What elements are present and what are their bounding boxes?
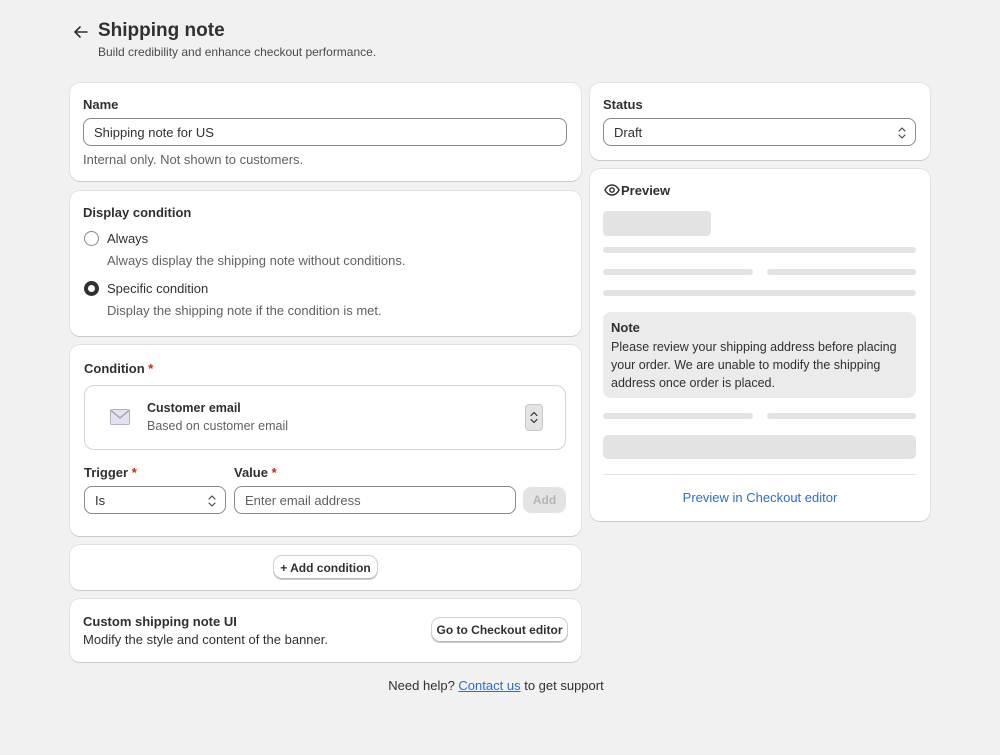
chevron-up-down-icon — [530, 411, 538, 424]
help-suffix: to get support — [524, 678, 604, 693]
name-card: Name Internal only. Not shown to custome… — [70, 83, 581, 181]
email-value-placeholder: Enter email address — [245, 492, 361, 508]
note-text: Please review your shipping address befo… — [611, 340, 897, 390]
envelope-icon — [110, 409, 130, 425]
add-condition-button[interactable]: + Add condition — [274, 556, 377, 579]
eye-icon — [604, 184, 620, 196]
radio-always-description: Always display the shipping note without… — [107, 253, 406, 268]
radio-specific-condition-description: Display the shipping note if the conditi… — [107, 303, 382, 318]
divider — [603, 474, 916, 475]
custom-ui-description: Modify the style and content of the bann… — [83, 632, 328, 647]
status-card: Status Draft — [590, 83, 930, 160]
select-chevron-icon — [208, 495, 216, 507]
page-title: Shipping note — [98, 20, 225, 41]
help-footer: Need help? Contact us to get support — [0, 678, 992, 693]
value-label: Value * — [234, 465, 277, 480]
radio-specific-condition-label[interactable]: Specific condition — [107, 281, 208, 296]
radio-always[interactable] — [84, 231, 99, 246]
page-subtitle: Build credibility and enhance checkout p… — [98, 45, 377, 59]
add-value-button[interactable]: Add — [523, 487, 566, 513]
arrow-left-icon — [74, 26, 88, 38]
contact-us-link[interactable]: Contact us — [458, 678, 520, 693]
preview-title: Preview — [621, 183, 671, 198]
required-mark: * — [271, 465, 277, 480]
condition-type-title: Customer email — [147, 401, 241, 415]
skeleton-line — [767, 413, 916, 419]
value-label-text: Value — [234, 465, 268, 480]
trigger-select[interactable]: Is — [84, 486, 226, 514]
trigger-label: Trigger * — [84, 465, 137, 480]
skeleton-line — [603, 290, 916, 296]
condition-title-text: Condition — [84, 361, 145, 376]
required-mark: * — [148, 361, 154, 376]
email-value-input[interactable]: Enter email address — [234, 486, 516, 514]
condition-card: Condition * Customer email Based on cust… — [70, 345, 581, 536]
name-input[interactable] — [83, 118, 567, 146]
trigger-select-value: Is — [95, 492, 106, 508]
name-help-text: Internal only. Not shown to customers. — [83, 152, 304, 167]
condition-type-select[interactable] — [525, 404, 543, 431]
select-chevron-icon — [898, 127, 906, 139]
preview-card: Preview Note Please review your shipping… — [590, 169, 930, 521]
status-select[interactable]: Draft — [603, 118, 916, 146]
skeleton-line — [767, 269, 916, 275]
radio-specific-condition[interactable] — [84, 281, 99, 296]
custom-ui-card: Custom shipping note UI Modify the style… — [70, 599, 581, 662]
add-condition-card: + Add condition — [70, 545, 581, 590]
skeleton-line — [603, 269, 753, 275]
display-condition-card: Display condition Always Always display … — [70, 191, 581, 336]
note-banner: Note Please review your shipping address… — [603, 312, 916, 398]
note-title: Note — [611, 320, 640, 335]
skeleton-line — [603, 247, 916, 253]
custom-ui-title: Custom shipping note UI — [83, 614, 237, 629]
skeleton-heading — [603, 211, 711, 236]
status-label: Status — [603, 97, 643, 112]
condition-title: Condition * — [84, 361, 153, 376]
preview-in-checkout-editor-link[interactable]: Preview in Checkout editor — [590, 490, 930, 505]
help-prefix: Need help? — [388, 678, 455, 693]
trigger-label-text: Trigger — [84, 465, 129, 480]
skeleton-block — [603, 435, 916, 459]
condition-type-description: Based on customer email — [147, 419, 289, 433]
go-to-checkout-editor-button[interactable]: Go to Checkout editor — [432, 618, 567, 642]
skeleton-line — [603, 413, 753, 419]
required-mark: * — [131, 465, 137, 480]
radio-always-label[interactable]: Always — [107, 231, 148, 246]
display-condition-title: Display condition — [83, 205, 192, 220]
status-select-value: Draft — [614, 124, 643, 140]
name-label: Name — [83, 97, 119, 112]
back-button[interactable] — [70, 22, 92, 42]
condition-type-box: Customer email Based on customer email — [84, 385, 566, 450]
